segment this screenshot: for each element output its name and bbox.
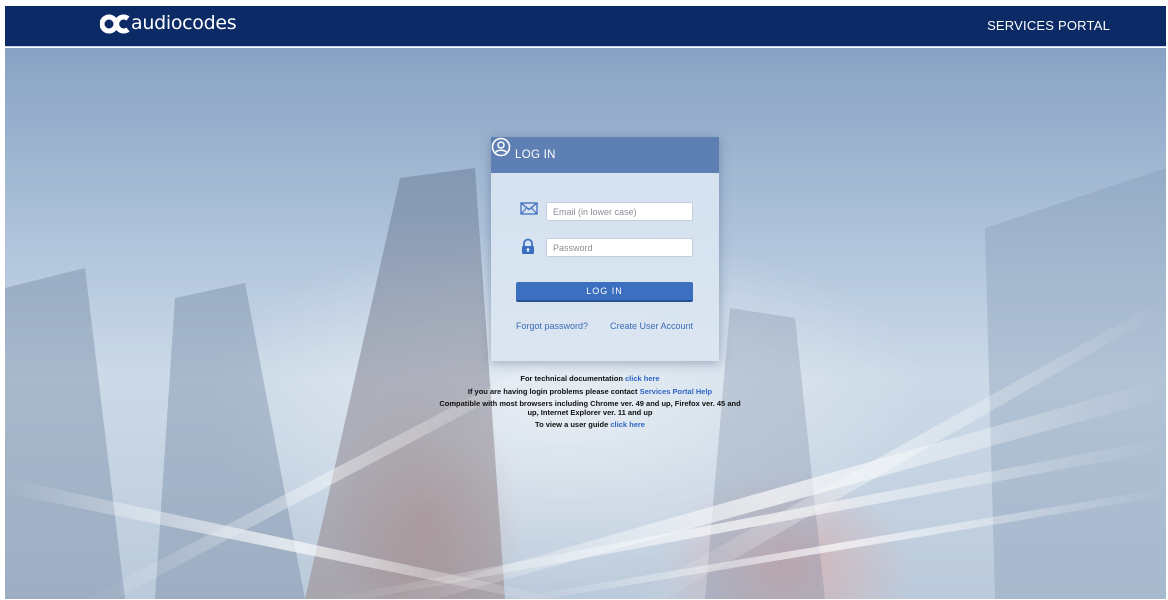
login-button[interactable]: LOG IN bbox=[516, 282, 693, 302]
documentation-link[interactable]: click here bbox=[625, 374, 660, 383]
audiocodes-logo[interactable]: audiocodes bbox=[99, 12, 237, 35]
envelope-icon bbox=[520, 202, 538, 220]
top-navigation-bar: audiocodes SERVICES PORTAL bbox=[5, 6, 1166, 47]
login-links: Forgot password? Create User Account bbox=[516, 321, 693, 331]
help-text: If you are having login problems please … bbox=[467, 386, 640, 396]
info-section: For technical documentation click here I… bbox=[435, 374, 745, 434]
user-circle-icon bbox=[491, 137, 695, 165]
help-line: If you are having login problems please … bbox=[435, 386, 745, 397]
login-card-title: LOG IN bbox=[515, 149, 556, 161]
user-guide-text: To view a user guide bbox=[535, 420, 611, 429]
user-guide-line: To view a user guide click here bbox=[435, 420, 745, 430]
lock-icon bbox=[520, 238, 538, 256]
password-row bbox=[520, 238, 693, 257]
documentation-text: For technical documentation bbox=[520, 374, 625, 383]
login-card: LOG IN Email (in lower case) LOG IN Forg… bbox=[491, 137, 719, 361]
logo-text: audiocodes bbox=[131, 12, 237, 34]
forgot-password-link[interactable]: Forgot password? bbox=[516, 321, 588, 331]
user-guide-link[interactable]: click here bbox=[610, 420, 645, 429]
services-portal-title: SERVICES PORTAL bbox=[987, 18, 1110, 33]
email-row bbox=[520, 202, 693, 221]
email-input[interactable] bbox=[546, 202, 693, 221]
password-input[interactable] bbox=[546, 238, 693, 257]
hero-background: LOG IN Email (in lower case) LOG IN Forg… bbox=[5, 48, 1166, 599]
login-card-header: LOG IN bbox=[491, 137, 719, 173]
services-portal-help-link[interactable]: Services Portal Help bbox=[640, 387, 713, 396]
browser-compatibility-text: Compatible with most browsers including … bbox=[439, 399, 741, 417]
logo-mark-icon bbox=[99, 13, 130, 35]
create-user-account-link[interactable]: Create User Account bbox=[610, 321, 693, 331]
page-frame: audiocodes SERVICES PORTAL LOG IN Email … bbox=[5, 6, 1166, 599]
documentation-line: For technical documentation click here bbox=[435, 374, 745, 384]
